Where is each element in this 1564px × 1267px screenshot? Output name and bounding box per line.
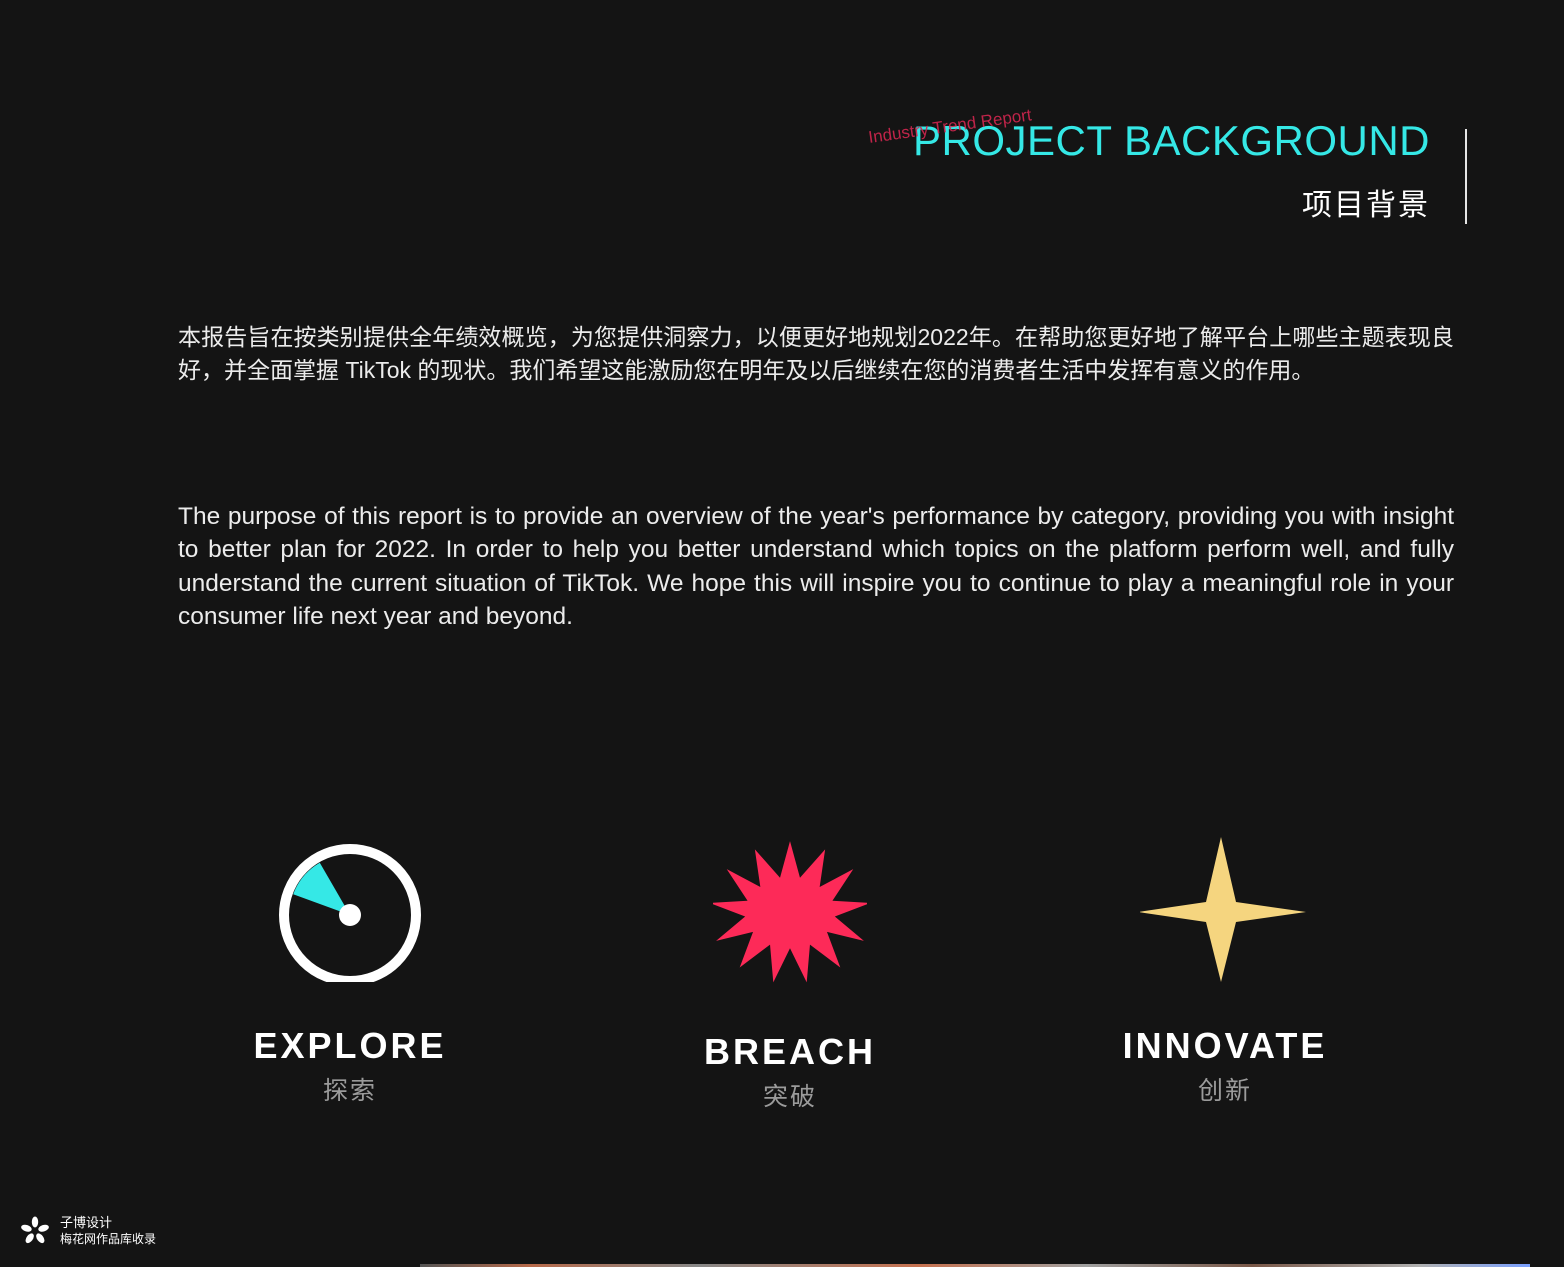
compass-icon [279, 844, 421, 982]
intro-paragraph-chinese: 本报告旨在按类别提供全年绩效概览，为您提供洞察力，以便更好地规划2022年。在帮… [178, 324, 1454, 383]
feature-label: INNOVATE [1122, 1025, 1328, 1066]
brand-name: 子博设计 [60, 1215, 113, 1230]
title-chinese: 项目背景 [1302, 189, 1430, 222]
starburst-icon [713, 841, 867, 983]
page-header: PROJECT BACKGROUND 项目背景 [913, 116, 1430, 226]
flower-logo-icon [21, 1216, 49, 1244]
feature-sublabel: 突破 [762, 1083, 817, 1111]
feature-explore: EXPLORE 探索 [170, 832, 530, 1108]
intro-paragraph-english: The purpose of this report is to provide… [178, 503, 1454, 630]
feature-label: BREACH [703, 1031, 876, 1072]
header-divider [1465, 129, 1467, 224]
brand-badge: 子博设计 梅花网作品库收录 [20, 1215, 156, 1247]
sparkle-star-icon [1140, 837, 1306, 982]
brand-subtitle: 梅花网作品库收录 [60, 1232, 157, 1246]
feature-label: EXPLORE [253, 1025, 447, 1066]
brand-text: 子博设计 梅花网作品库收录 [60, 1215, 156, 1247]
feature-breach: BREACH 突破 [610, 832, 970, 1114]
feature-sublabel: 探索 [322, 1077, 377, 1105]
feature-sublabel: 创新 [1197, 1077, 1252, 1105]
feature-innovate: INNOVATE 创新 [1045, 832, 1405, 1108]
